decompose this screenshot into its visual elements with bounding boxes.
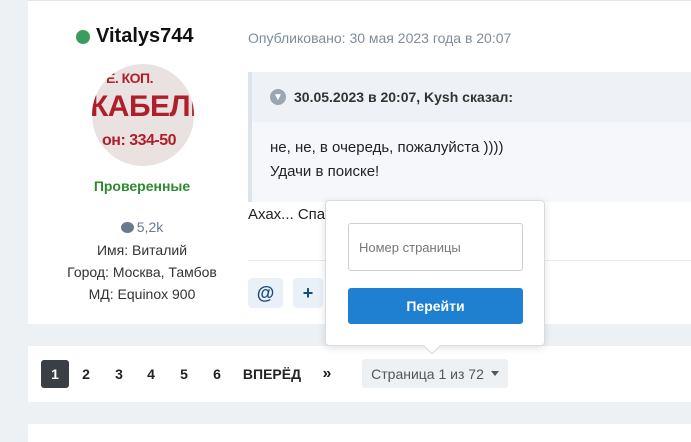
quote-header[interactable]: ▼ 30.05.2023 в 20:07, Kysh сказал: — [252, 72, 691, 122]
page-link-6[interactable]: 6 — [205, 360, 229, 388]
add-button[interactable]: + — [293, 278, 323, 308]
avatar-text-line: Е. КОП. — [106, 70, 154, 86]
page-jump-toggle[interactable]: Страница 1 из 72 — [362, 359, 508, 388]
avatar[interactable]: Е. КОП. КАБЕЛЬ он: 334-50 — [92, 64, 194, 166]
reply-text: Ахах... Спа — [248, 206, 326, 223]
page-link-2[interactable]: 2 — [74, 360, 98, 388]
page-number-input[interactable] — [348, 223, 523, 271]
quote-line: Удачи в поиске! — [270, 163, 380, 180]
quote-line: не, не, в очередь, пожалуйста )))) — [270, 139, 504, 156]
go-button[interactable]: Перейти — [348, 288, 523, 324]
author-name[interactable]: Vitalys744 — [96, 25, 194, 48]
page-link-3[interactable]: 3 — [107, 360, 131, 388]
chevron-down-icon: ▼ — [270, 89, 286, 105]
mention-button[interactable]: @ — [248, 278, 283, 308]
page-link-1[interactable]: 1 — [41, 360, 69, 388]
comment-icon — [120, 222, 134, 233]
quote-body: не, не, в очередь, пожалуйста )))) Удачи… — [252, 122, 691, 184]
author-name-row: Vitalys744 — [76, 25, 194, 48]
page-indicator: Страница 1 из 72 — [371, 365, 484, 382]
caret-down-icon — [490, 371, 499, 376]
published-date[interactable]: Опубликовано: 30 мая 2023 года в 20:07 — [248, 30, 511, 46]
pagination-bar: 1 2 3 4 5 6 ВПЕРЁД » Страница 1 из 72 — [28, 346, 691, 402]
page-link-4[interactable]: 4 — [139, 360, 163, 388]
goto-page-popup: Перейти — [325, 200, 545, 355]
posts-count: 5,2k — [28, 219, 256, 235]
mention-icon: @ — [256, 282, 275, 303]
next-post-card — [28, 424, 691, 442]
online-status-icon — [76, 29, 90, 44]
author-panel: Vitalys744 Е. КОП. КАБЕЛЬ он: 334-50 Про… — [28, 1, 256, 325]
next-page-link[interactable]: ВПЕРЁД — [240, 360, 304, 388]
author-info-detector: МД: Equinox 900 — [88, 286, 196, 302]
posts-count-value: 5,2k — [136, 219, 164, 235]
author-info-name: Имя: Виталий — [96, 242, 188, 258]
user-group: Проверенные — [93, 178, 191, 194]
quote-header-text: 30.05.2023 в 20:07, Kysh сказал: — [294, 89, 514, 105]
plus-icon: + — [302, 282, 314, 303]
last-page-link[interactable]: » — [316, 360, 338, 388]
page-link-5[interactable]: 5 — [172, 360, 196, 388]
avatar-text-line: КАБЕЛЬ — [92, 90, 194, 123]
avatar-text-line: он: 334-50 — [102, 132, 177, 149]
quote-block: ▼ 30.05.2023 в 20:07, Kysh сказал: не, н… — [248, 72, 691, 202]
author-info-city: Город: Москва, Тамбов — [67, 264, 217, 280]
